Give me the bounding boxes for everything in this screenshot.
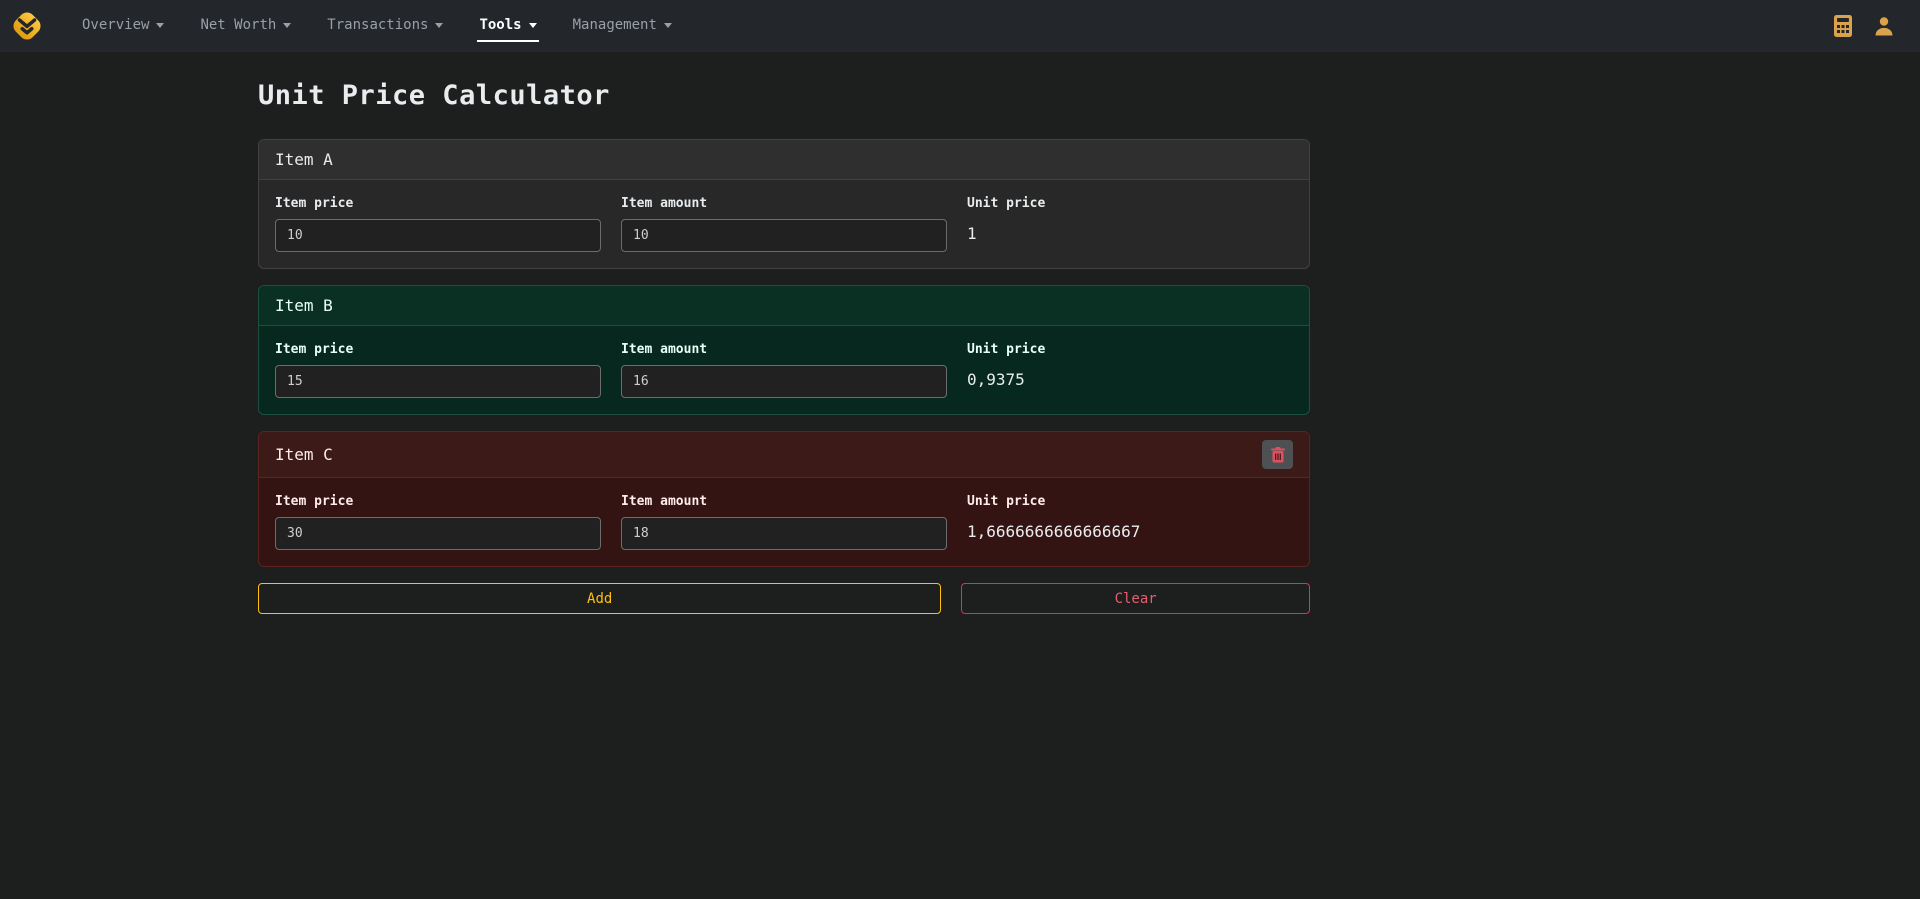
caret-down-icon — [529, 23, 537, 28]
main-content: Unit Price Calculator Item A Item price … — [258, 52, 1310, 614]
item-price-input[interactable] — [275, 219, 601, 252]
unit-price-field: Unit price 0,9375 — [967, 342, 1293, 398]
card-title: Item B — [275, 296, 333, 315]
item-price-input[interactable] — [275, 517, 601, 550]
item-amount-input[interactable] — [621, 365, 947, 398]
item-amount-input[interactable] — [621, 219, 947, 252]
card-header: Item A — [259, 140, 1309, 180]
caret-down-icon — [435, 23, 443, 28]
page-title: Unit Price Calculator — [258, 80, 1310, 111]
nav-item-label: Management — [573, 17, 657, 33]
item-amount-label: Item amount — [621, 494, 947, 509]
caret-down-icon — [283, 23, 291, 28]
item-price-field: Item price — [275, 494, 601, 550]
navbar-right-icons — [1832, 14, 1896, 38]
card-header: Item C — [259, 432, 1309, 478]
nav-item-net-worth[interactable]: Net Worth — [198, 11, 293, 42]
item-amount-field: Item amount — [621, 494, 947, 550]
item-price-label: Item price — [275, 196, 601, 211]
add-button[interactable]: Add — [258, 583, 941, 614]
item-price-label: Item price — [275, 494, 601, 509]
user-icon — [1872, 14, 1896, 38]
item-price-input[interactable] — [275, 365, 601, 398]
unit-price-label: Unit price — [967, 494, 1293, 509]
caret-down-icon — [664, 23, 672, 28]
item-price-field: Item price — [275, 342, 601, 398]
nav-item-overview[interactable]: Overview — [80, 11, 166, 42]
unit-price-value: 1,6666666666666667 — [967, 517, 1293, 541]
nav-item-label: Tools — [479, 17, 521, 33]
item-price-field: Item price — [275, 196, 601, 252]
calculator-icon — [1832, 14, 1854, 38]
user-menu-button[interactable] — [1872, 14, 1896, 38]
card-body: Item price Item amount Unit price 0,9375 — [259, 326, 1309, 414]
card-header: Item B — [259, 286, 1309, 326]
calculator-button[interactable] — [1832, 14, 1854, 38]
unit-price-label: Unit price — [967, 196, 1293, 211]
unit-price-label: Unit price — [967, 342, 1293, 357]
nav-item-label: Overview — [82, 17, 149, 33]
item-card-b: Item B Item price Item amount Unit price… — [258, 285, 1310, 415]
delete-item-button[interactable] — [1262, 440, 1293, 469]
nav-item-label: Net Worth — [200, 17, 276, 33]
item-card-c: Item C Item price — [258, 431, 1310, 567]
nav-item-management[interactable]: Management — [571, 11, 674, 42]
unit-price-value: 0,9375 — [967, 365, 1293, 389]
actions-row: Add Clear — [258, 583, 1310, 614]
clear-button[interactable]: Clear — [961, 583, 1310, 614]
card-body: Item price Item amount Unit price 1,6666… — [259, 478, 1309, 566]
nav-item-transactions[interactable]: Transactions — [325, 11, 445, 42]
nav-item-label: Transactions — [327, 17, 428, 33]
item-amount-input[interactable] — [621, 517, 947, 550]
brand-logo[interactable] — [8, 7, 46, 45]
nav-item-tools[interactable]: Tools — [477, 11, 538, 42]
item-amount-field: Item amount — [621, 196, 947, 252]
item-amount-label: Item amount — [621, 196, 947, 211]
card-title: Item A — [275, 150, 333, 169]
unit-price-field: Unit price 1,6666666666666667 — [967, 494, 1293, 550]
item-amount-label: Item amount — [621, 342, 947, 357]
trash-icon — [1271, 447, 1285, 463]
caret-down-icon — [156, 23, 164, 28]
item-amount-field: Item amount — [621, 342, 947, 398]
item-card-a: Item A Item price Item amount Unit price… — [258, 139, 1310, 269]
item-price-label: Item price — [275, 342, 601, 357]
card-body: Item price Item amount Unit price 1 — [259, 180, 1309, 268]
unit-price-value: 1 — [967, 219, 1293, 243]
gold-diamond-chevrons-logo-icon — [8, 7, 46, 45]
card-title: Item C — [275, 445, 333, 464]
unit-price-field: Unit price 1 — [967, 196, 1293, 252]
main-nav: Overview Net Worth Transactions Tools Ma… — [64, 0, 690, 52]
top-navbar: Overview Net Worth Transactions Tools Ma… — [0, 0, 1920, 52]
